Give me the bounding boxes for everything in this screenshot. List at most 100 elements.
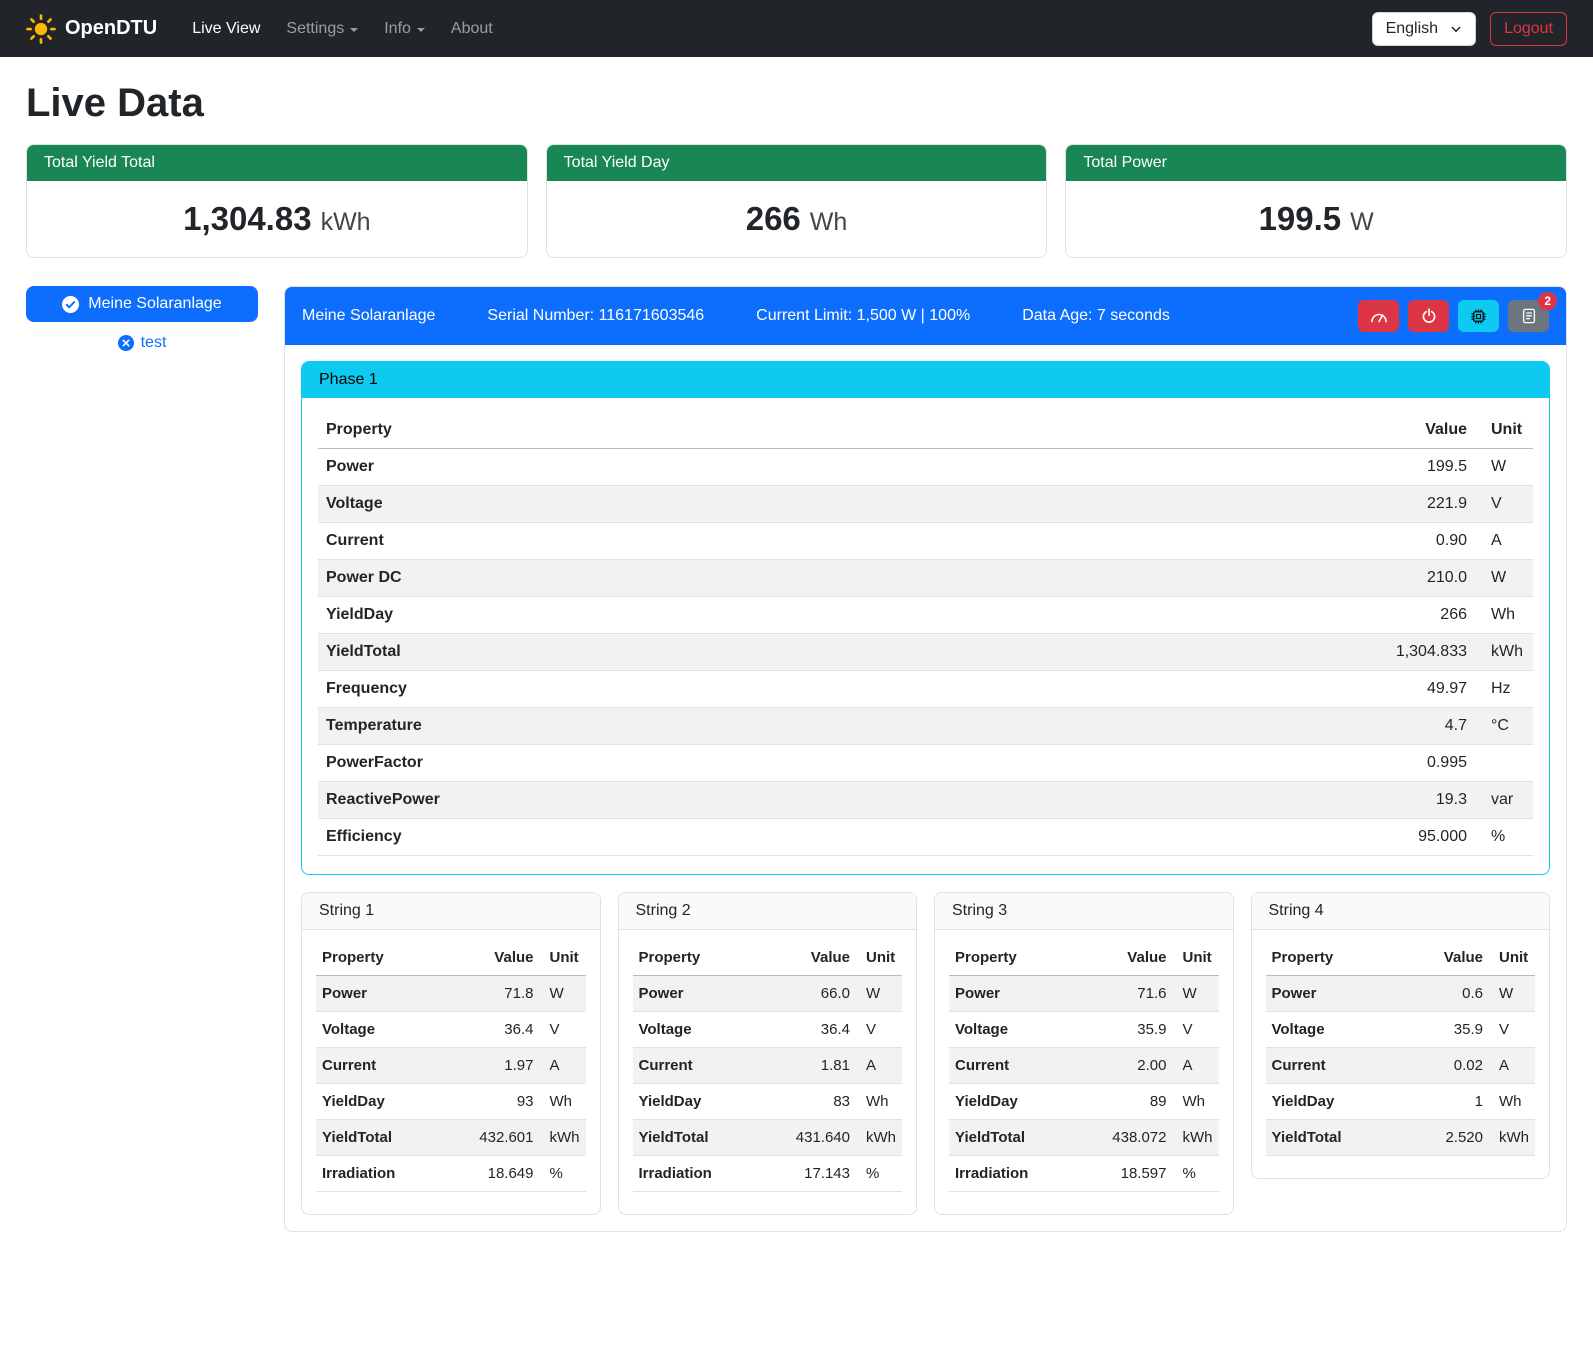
limit-settings-button[interactable] (1358, 300, 1399, 332)
column-header-unit: Unit (856, 940, 902, 976)
column-header-value: Value (1403, 940, 1489, 976)
phase-table: Property Value Unit Power (318, 412, 1533, 856)
table-row: YieldTotal 2.520 kWh (1266, 1120, 1536, 1156)
property-unit: W (1489, 976, 1535, 1012)
table-row: Power 71.8 W (316, 976, 586, 1012)
property-unit: Hz (1475, 671, 1533, 708)
property-name: YieldDay (633, 1084, 759, 1120)
strings-row: String 1 Property Value Unit (301, 892, 1550, 1215)
nav-about[interactable]: About (438, 12, 506, 46)
table-row: Current 2.00 A (949, 1048, 1219, 1084)
property-unit: % (540, 1156, 586, 1192)
property-name: Power (949, 976, 1075, 1012)
event-log-button[interactable]: 2 (1508, 300, 1549, 332)
column-header-value: Value (758, 940, 856, 976)
property-unit: A (1173, 1048, 1219, 1084)
property-name: Voltage (1266, 1012, 1404, 1048)
table-row: YieldTotal 432.601 kWh (316, 1120, 586, 1156)
logout-button[interactable]: Logout (1490, 12, 1567, 46)
table-row: Voltage 35.9 V (949, 1012, 1219, 1048)
string-1-card: String 1 Property Value Unit (301, 892, 601, 1215)
property-unit: °C (1475, 708, 1533, 745)
property-unit: Wh (1173, 1084, 1219, 1120)
page-title: Live Data (26, 81, 1567, 126)
inverter-select-button[interactable]: Meine Solaranlage (26, 286, 258, 322)
property-value: 83 (758, 1084, 856, 1120)
column-header-value: Value (442, 940, 540, 976)
property-unit: W (1173, 976, 1219, 1012)
column-header-unit: Unit (1173, 940, 1219, 976)
property-unit: V (1173, 1012, 1219, 1048)
property-value: 19.3 (1010, 782, 1475, 819)
language-select[interactable]: English (1372, 12, 1476, 46)
property-unit: Wh (1489, 1084, 1535, 1120)
brand[interactable]: OpenDTU (26, 14, 157, 44)
property-value: 95.000 (1010, 819, 1475, 856)
nav-info[interactable]: Info (371, 12, 438, 46)
table-row: YieldDay 89 Wh (949, 1084, 1219, 1120)
card-total-yield-total: Total Yield Total 1,304.83kWh (26, 144, 528, 258)
table-row: Current 0.02 A (1266, 1048, 1536, 1084)
property-value: 0.90 (1010, 523, 1475, 560)
table-header-row: Property Value Unit (318, 412, 1533, 449)
nav-settings[interactable]: Settings (273, 12, 371, 46)
string-3-card: String 3 Property Value Unit (934, 892, 1234, 1215)
property-value: 49.97 (1010, 671, 1475, 708)
property-value: 18.649 (442, 1156, 540, 1192)
property-name: Voltage (633, 1012, 759, 1048)
property-name: Current (1266, 1048, 1404, 1084)
table-header-row: Property Value Unit (949, 940, 1219, 976)
table-row: YieldDay 93 Wh (316, 1084, 586, 1120)
property-unit: Wh (856, 1084, 902, 1120)
property-name: YieldTotal (949, 1120, 1075, 1156)
brand-label: OpenDTU (65, 17, 157, 40)
property-unit: W (856, 976, 902, 1012)
property-name: Voltage (316, 1012, 442, 1048)
property-value: 438.072 (1075, 1120, 1173, 1156)
power-button[interactable] (1408, 300, 1449, 332)
device-info-button[interactable] (1458, 300, 1499, 332)
property-unit: var (1475, 782, 1533, 819)
column-header-unit: Unit (1475, 412, 1533, 449)
property-value: 2.00 (1075, 1048, 1173, 1084)
property-value: 1,304.833 (1010, 634, 1475, 671)
property-name: Current (949, 1048, 1075, 1084)
property-value: 1 (1403, 1084, 1489, 1120)
property-name: Irradiation (949, 1156, 1075, 1192)
string-card-title: String 1 (302, 893, 600, 930)
chevron-down-icon (417, 28, 425, 32)
total-power-value: 199.5 (1259, 200, 1342, 237)
table-row: YieldTotal 1,304.833 kWh (318, 634, 1533, 671)
property-value: 71.8 (442, 976, 540, 1012)
table-row: PowerFactor 0.995 (318, 745, 1533, 782)
property-name: Frequency (318, 671, 1010, 708)
property-name: Irradiation (316, 1156, 442, 1192)
phase-card-title: Phase 1 (302, 362, 1549, 398)
chevron-down-icon (1450, 23, 1462, 35)
current-limit: Current Limit: 1,500 W | 100% (756, 307, 970, 325)
property-value: 0.02 (1403, 1048, 1489, 1084)
property-value: 93 (442, 1084, 540, 1120)
property-unit: Wh (1475, 597, 1533, 634)
string-2-card: String 2 Property Value Unit (618, 892, 918, 1215)
property-unit: % (1173, 1156, 1219, 1192)
property-unit: V (856, 1012, 902, 1048)
property-value: 432.601 (442, 1120, 540, 1156)
table-row: Frequency 49.97 Hz (318, 671, 1533, 708)
property-name: YieldTotal (633, 1120, 759, 1156)
string-card-title: String 2 (619, 893, 917, 930)
table-row: Power 199.5 W (318, 449, 1533, 486)
property-value: 266 (1010, 597, 1475, 634)
column-header-property: Property (316, 940, 442, 976)
string-2-table: Property Value Unit Power (633, 940, 903, 1192)
property-unit: kWh (1173, 1120, 1219, 1156)
card-header: Total Power (1066, 145, 1566, 181)
property-name: Efficiency (318, 819, 1010, 856)
table-header-row: Property Value Unit (316, 940, 586, 976)
property-name: Power (1266, 976, 1404, 1012)
nav-live-view[interactable]: Live View (179, 12, 273, 46)
property-unit (1475, 745, 1533, 782)
inverter-item-test[interactable]: test (26, 334, 258, 352)
table-row: YieldTotal 431.640 kWh (633, 1120, 903, 1156)
inverter-panel: Meine Solaranlage Serial Number: 1161716… (284, 286, 1567, 1232)
